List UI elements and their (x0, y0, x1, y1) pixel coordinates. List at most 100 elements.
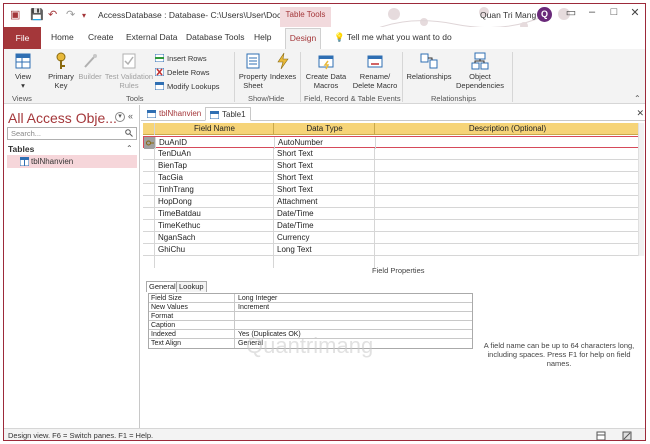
row-selector[interactable] (143, 160, 155, 172)
tell-me-box[interactable]: 💡 Tell me what you want to do (334, 32, 452, 43)
property-sheet-button[interactable]: Property Sheet (236, 52, 270, 90)
design-view-icon[interactable] (622, 431, 632, 441)
doc-tab-table1[interactable]: Table1 (205, 107, 251, 121)
row-selector[interactable] (143, 208, 155, 220)
property-value[interactable]: Long Integer (234, 294, 472, 303)
table-row[interactable]: DuAnID AutoNumber (143, 136, 639, 149)
description-cell[interactable] (376, 196, 639, 208)
row-selector[interactable] (143, 220, 155, 232)
builder-button[interactable]: Builder (76, 52, 104, 81)
field-name-cell[interactable]: TenDuAn (156, 148, 274, 160)
redo-icon[interactable]: ↷ (66, 8, 75, 21)
property-row[interactable]: Caption (149, 321, 472, 330)
data-type-cell[interactable]: Long Text (275, 244, 375, 256)
user-name[interactable]: Quan Tri Mang (480, 10, 536, 20)
nav-menu-chevron-icon[interactable]: ▾ (115, 112, 125, 122)
row-selector[interactable] (143, 256, 155, 268)
data-type-cell[interactable]: Short Text (275, 148, 375, 160)
row-selector[interactable] (143, 232, 155, 244)
row-selector[interactable] (143, 148, 155, 160)
tab-help[interactable]: Help (254, 32, 271, 42)
data-type-cell[interactable]: Currency (275, 232, 375, 244)
tab-design[interactable]: Design (285, 28, 321, 49)
tab-general[interactable]: General (146, 281, 179, 292)
data-type-cell[interactable] (275, 256, 375, 268)
datasheet-view-icon[interactable] (596, 431, 606, 441)
data-type-cell[interactable]: Date/Time (275, 208, 375, 220)
relationships-button[interactable]: Relationships (406, 52, 452, 81)
modify-lookups-button[interactable]: Modify Lookups (155, 82, 220, 91)
description-cell[interactable] (376, 148, 639, 160)
tab-database-tools[interactable]: Database Tools (186, 32, 244, 42)
property-row[interactable]: Format (149, 312, 472, 321)
description-cell[interactable] (376, 244, 639, 256)
field-name-cell[interactable]: GhiChu (156, 244, 274, 256)
group-collapse-icon[interactable]: ⌃ (126, 144, 133, 153)
table-row[interactable]: BienTap Short Text (143, 160, 639, 172)
table-row[interactable]: NganSach Currency (143, 232, 639, 244)
description-cell[interactable] (376, 184, 639, 196)
nav-search-input[interactable]: Search... (7, 127, 137, 140)
field-name-cell[interactable]: TimeKethuc (156, 220, 274, 232)
table-row[interactable]: TimeKethuc Date/Time (143, 220, 639, 232)
property-row[interactable]: New Values Increment (149, 303, 472, 312)
property-value[interactable]: Increment (234, 303, 472, 312)
customize-toolbar-icon[interactable]: ▾ (82, 11, 86, 20)
ribbon-display-icon[interactable]: ▭ (563, 6, 579, 19)
undo-icon[interactable]: ↶ (48, 8, 57, 21)
minimize-icon[interactable]: – (584, 6, 600, 18)
view-button[interactable]: View ▾ (10, 52, 36, 90)
avatar[interactable]: Q (537, 7, 552, 22)
description-cell[interactable] (376, 208, 639, 220)
close-document-icon[interactable]: ✕ (636, 108, 644, 119)
row-selector[interactable] (143, 184, 155, 196)
tab-create[interactable]: Create (88, 32, 114, 42)
description-cell[interactable] (376, 172, 639, 184)
field-name-cell[interactable]: TinhTrang (156, 184, 274, 196)
row-selector[interactable] (143, 244, 155, 256)
table-row[interactable]: TacGia Short Text (143, 172, 639, 184)
property-row[interactable]: Field Size Long Integer (149, 294, 472, 303)
description-cell[interactable] (376, 160, 639, 172)
delete-rows-button[interactable]: Delete Rows (155, 68, 210, 77)
row-selector[interactable] (143, 196, 155, 208)
grid-scrollbar[interactable] (638, 123, 644, 256)
data-type-cell[interactable]: Short Text (275, 172, 375, 184)
insert-rows-button[interactable]: Insert Rows (155, 54, 207, 63)
maximize-icon[interactable]: □ (606, 6, 622, 18)
field-name-cell[interactable]: NganSach (156, 232, 274, 244)
data-type-cell[interactable]: Short Text (275, 184, 375, 196)
field-name-cell[interactable]: TimeBatdau (156, 208, 274, 220)
table-row[interactable]: TenDuAn Short Text (143, 148, 639, 160)
tab-home[interactable]: Home (51, 32, 74, 42)
property-value[interactable] (234, 321, 472, 330)
data-type-cell[interactable]: Attachment (275, 196, 375, 208)
tab-external-data[interactable]: External Data (126, 32, 178, 42)
description-cell[interactable] (376, 232, 639, 244)
rename-delete-macro-button[interactable]: Rename/ Delete Macro (350, 52, 400, 90)
table-row[interactable]: GhiChu Long Text (143, 244, 639, 256)
table-row[interactable]: HopDong Attachment (143, 196, 639, 208)
description-cell[interactable] (376, 220, 639, 232)
data-type-cell[interactable]: Short Text (275, 160, 375, 172)
tab-lookup[interactable]: Lookup (176, 281, 207, 292)
property-value[interactable] (234, 312, 472, 321)
field-name-cell[interactable]: HopDong (156, 196, 274, 208)
nav-item-tblnhanvien[interactable]: tblNhanvien (7, 155, 137, 168)
collapse-ribbon-icon[interactable]: ⌃ (634, 94, 641, 103)
nav-pane-title[interactable]: All Access Obje... (8, 110, 117, 126)
tab-file[interactable]: File (4, 27, 41, 49)
table-row[interactable]: TinhTrang Short Text (143, 184, 639, 196)
indexes-button[interactable]: Indexes (268, 52, 298, 81)
nav-group-tables[interactable]: Tables (8, 144, 34, 154)
save-icon[interactable]: 💾 (30, 8, 44, 21)
field-name-cell[interactable] (156, 256, 274, 268)
test-validation-rules-button[interactable]: Test Validation Rules (104, 52, 154, 90)
create-data-macros-button[interactable]: Create Data Macros (302, 52, 350, 90)
collapse-pane-icon[interactable]: « (128, 111, 133, 121)
field-name-cell[interactable]: TacGia (156, 172, 274, 184)
doc-tab-tblnhanvien[interactable]: tblNhanvien (143, 107, 203, 121)
row-selector[interactable] (143, 172, 155, 184)
primary-key-button[interactable]: Primary Key (46, 52, 76, 90)
field-name-cell[interactable]: BienTap (156, 160, 274, 172)
